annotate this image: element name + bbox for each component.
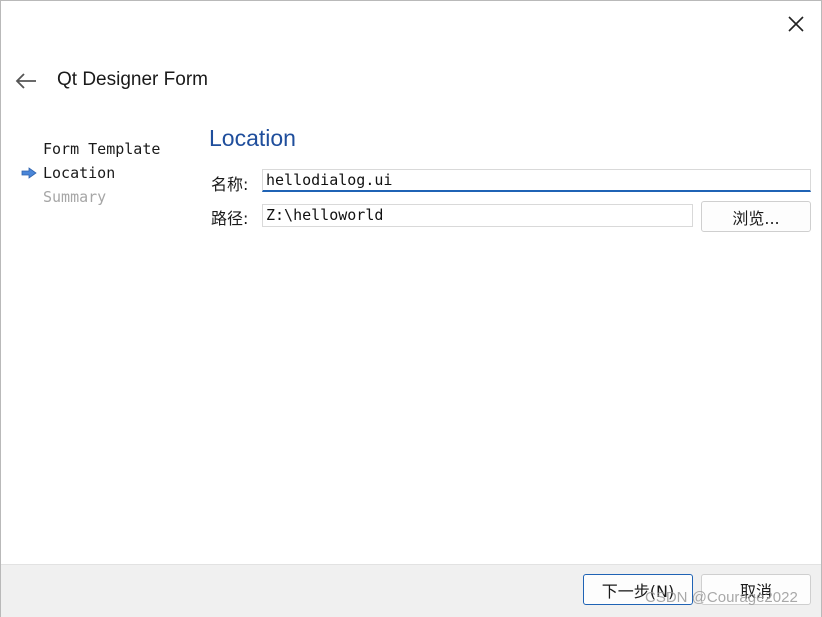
close-button[interactable] xyxy=(781,9,811,39)
step-label: Location xyxy=(43,164,116,182)
browse-button[interactable]: 浏览... xyxy=(701,201,811,232)
name-input[interactable]: hellodialog.ui xyxy=(262,169,811,192)
step-label: Summary xyxy=(43,188,107,206)
name-label: 名称: xyxy=(211,175,249,194)
arrow-left-icon xyxy=(15,73,36,89)
close-icon xyxy=(788,16,804,32)
wizard-steps: Form Template Location Summary xyxy=(21,137,191,209)
step-form-template: Form Template xyxy=(21,137,191,161)
back-button[interactable] xyxy=(11,67,41,95)
page-heading: Location xyxy=(209,125,296,151)
dialog-title: Qt Designer Form xyxy=(57,69,208,90)
step-label: Form Template xyxy=(43,140,161,158)
step-location: Location xyxy=(21,161,191,185)
current-step-arrow-icon xyxy=(21,167,37,179)
path-input[interactable]: Z:\helloworld xyxy=(262,204,693,227)
path-label: 路径: xyxy=(211,209,249,228)
wizard-dialog: Qt Designer Form Form Template Location … xyxy=(0,0,822,617)
step-summary: Summary xyxy=(21,185,191,209)
watermark: CSDN @Courage2022 xyxy=(645,589,798,606)
